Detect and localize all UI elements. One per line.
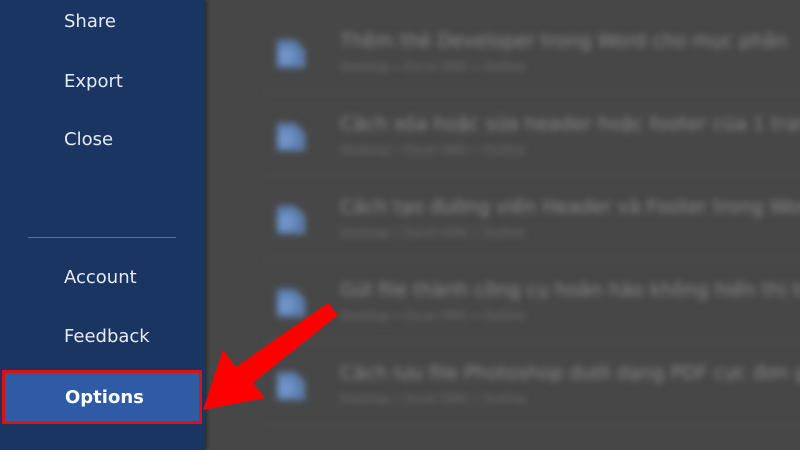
- word-document-icon: [277, 123, 305, 151]
- word-document-icon: [277, 206, 305, 234]
- list-item[interactable]: Thêm thẻ Developer trong Word cho mục ph…: [265, 10, 800, 93]
- list-item[interactable]: Cách lưu file Photoshop dưới dạng PDF cự…: [265, 342, 800, 425]
- sidebar-item-feedback[interactable]: Feedback: [0, 312, 205, 362]
- document-path: Desktop » Excel OMS » Outline: [340, 392, 526, 406]
- sidebar-item-share[interactable]: Share: [0, 0, 205, 47]
- list-item[interactable]: Cách tạo đường viền Header và Footer tro…: [265, 176, 800, 259]
- document-title: Gửi file thành công cụ hoàn hảo không hi…: [340, 279, 800, 301]
- word-backstage-view: Share Export Close Account Feedback Opti…: [0, 0, 800, 450]
- document-path: Desktop » Excel OMS » Outline: [340, 143, 526, 157]
- document-title: Cách xóa hoặc sửa header hoặc footer của…: [340, 113, 800, 135]
- word-document-icon: [277, 40, 305, 68]
- document-path: Desktop » Excel OMS » Outline: [340, 226, 526, 240]
- sidebar-item-close[interactable]: Close: [0, 115, 205, 165]
- document-path: Desktop » Excel OMS » Outline: [340, 60, 526, 74]
- document-path: Desktop » Excel OMS » Outline: [340, 309, 526, 323]
- list-item[interactable]: Gửi file thành công cụ hoàn hảo không hi…: [265, 259, 800, 342]
- backstage-sidebar: Share Export Close Account Feedback Opti…: [0, 0, 205, 450]
- red-arrow-icon: [203, 303, 338, 410]
- sidebar-divider: [28, 237, 176, 238]
- document-title: Cách tạo đường viền Header và Footer tro…: [340, 196, 800, 218]
- sidebar-item-account[interactable]: Account: [0, 253, 205, 303]
- document-title: Cách lưu file Photoshop dưới dạng PDF cự…: [340, 362, 800, 384]
- sidebar-item-options[interactable]: Options: [2, 370, 202, 424]
- list-item[interactable]: Cách xóa hoặc sửa header hoặc footer của…: [265, 93, 800, 176]
- sidebar-item-export[interactable]: Export: [0, 57, 205, 107]
- recent-documents-list: Thêm thẻ Developer trong Word cho mục ph…: [265, 10, 800, 425]
- document-title: Thêm thẻ Developer trong Word cho mục ph…: [340, 30, 788, 52]
